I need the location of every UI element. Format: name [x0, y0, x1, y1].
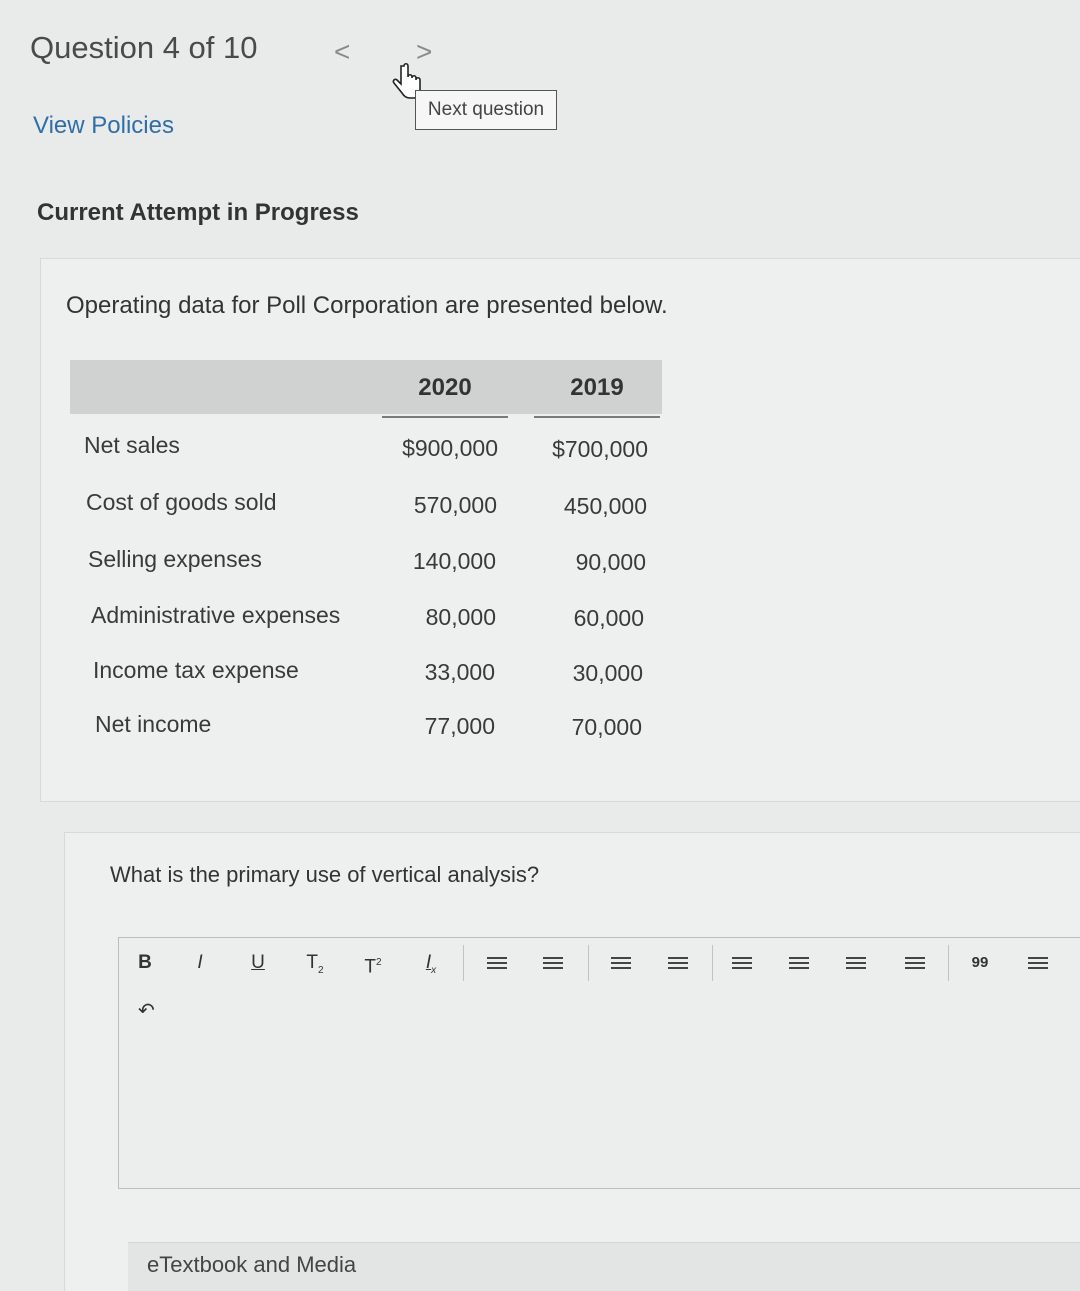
horizontal-rule-icon[interactable] — [1023, 949, 1053, 977]
question-counter: Question 4 of 10 — [30, 30, 258, 65]
row-label-cost-of-goods-sold: Cost of goods sold — [86, 489, 277, 515]
underline-button[interactable]: U — [243, 949, 273, 977]
outdent-icon[interactable] — [606, 949, 636, 977]
cell-selling-2020: 140,000 — [412, 548, 496, 574]
cell-net-sales-2019: $700,000 — [552, 436, 648, 462]
cell-net-sales-2020: $900,000 — [402, 435, 498, 461]
column-rule-2020 — [382, 416, 508, 418]
next-question-tooltip: Next question — [415, 90, 557, 130]
align-center-icon[interactable] — [784, 949, 814, 977]
cell-net-income-2020: 77,000 — [424, 713, 495, 739]
cell-admin-2020: 80,000 — [425, 604, 496, 630]
cell-net-income-2019: 70,000 — [571, 714, 642, 740]
view-policies-link[interactable]: View Policies — [33, 112, 174, 140]
row-label-administrative-expenses: Administrative expenses — [91, 602, 341, 628]
superscript-button[interactable]: T2 — [358, 949, 388, 977]
row-label-net-sales: Net sales — [84, 432, 180, 458]
indent-icon[interactable] — [663, 949, 693, 977]
cell-tax-2019: 30,000 — [572, 660, 643, 686]
answer-text-area[interactable] — [125, 1030, 1075, 1182]
question-text: What is the primary use of vertical anal… — [110, 862, 540, 887]
etextbook-link[interactable]: eTextbook and Media — [147, 1252, 356, 1278]
cell-selling-2019: 90,000 — [575, 549, 646, 575]
row-label-income-tax-expense: Income tax expense — [93, 657, 299, 683]
attempt-status: Current Attempt in Progress — [37, 199, 359, 226]
subscript-button[interactable]: T2 — [300, 949, 330, 977]
column-header-2020: 2020 — [418, 374, 472, 401]
bullet-list-icon[interactable] — [482, 949, 512, 977]
column-header-2019: 2019 — [570, 374, 624, 401]
cell-tax-2020: 33,000 — [424, 659, 495, 685]
column-rule-2019 — [534, 416, 660, 418]
cell-cogs-2019: 450,000 — [563, 493, 647, 519]
row-label-net-income: Net income — [95, 711, 212, 737]
clear-format-button[interactable]: Ix — [416, 949, 446, 977]
blockquote-button[interactable]: 99 — [965, 949, 995, 977]
editor-toolbar: B I U T2 T2 Ix 99 — [130, 945, 1075, 981]
row-label-selling-expenses: Selling expenses — [88, 546, 262, 572]
bold-button[interactable]: B — [130, 949, 160, 977]
cell-admin-2019: 60,000 — [573, 605, 644, 631]
numbered-list-icon[interactable] — [538, 949, 568, 977]
cell-cogs-2020: 570,000 — [413, 492, 497, 518]
undo-icon[interactable]: ↶ — [138, 998, 155, 1023]
align-right-icon[interactable] — [841, 949, 871, 977]
align-left-icon[interactable] — [727, 949, 757, 977]
problem-intro: Operating data for Poll Corporation are … — [66, 292, 668, 319]
justify-icon[interactable] — [900, 949, 930, 977]
previous-question-button[interactable]: < — [334, 36, 350, 68]
italic-button[interactable]: I — [185, 949, 215, 977]
